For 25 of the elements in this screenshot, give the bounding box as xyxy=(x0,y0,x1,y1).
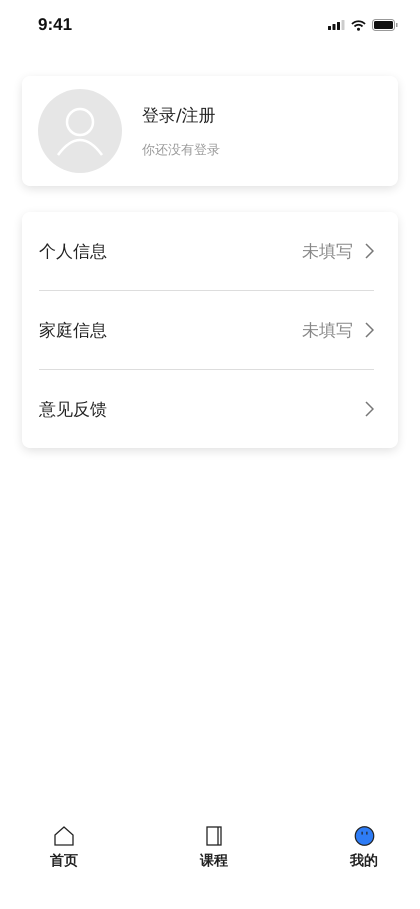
face-icon xyxy=(354,826,374,846)
menu-value: 未填写 xyxy=(302,320,353,342)
menu-label: 家庭信息 xyxy=(39,320,108,342)
menu-item[interactable]: 家庭信息 未填写 xyxy=(39,291,374,369)
login-subtitle: 你还没有登录 xyxy=(142,142,220,158)
login-title: 登录/注册 xyxy=(142,104,217,126)
wifi-icon xyxy=(351,20,366,30)
tab[interactable]: 课程 xyxy=(200,826,228,870)
tab[interactable]: 我的 xyxy=(350,826,378,870)
menu-label: 意见反馈 xyxy=(39,398,108,420)
chevron-icon xyxy=(365,243,374,259)
signal-icon xyxy=(328,20,345,30)
book-icon xyxy=(206,826,222,846)
status-time: 9:41 xyxy=(38,15,72,35)
profile-card[interactable]: 登录/注册 你还没有登录 xyxy=(22,76,398,186)
menu-item[interactable]: 个人信息 未填写 xyxy=(39,212,374,290)
menu-label: 个人信息 xyxy=(39,240,108,262)
chevron-icon xyxy=(365,401,374,417)
chevron-icon xyxy=(365,322,374,338)
avatar-icon xyxy=(38,89,122,173)
menu-item[interactable]: 意见反馈 xyxy=(39,370,374,448)
battery-icon xyxy=(372,19,398,31)
home-icon xyxy=(54,826,74,846)
tab[interactable]: 首页 xyxy=(50,826,78,870)
menu-value: 未填写 xyxy=(302,240,353,262)
